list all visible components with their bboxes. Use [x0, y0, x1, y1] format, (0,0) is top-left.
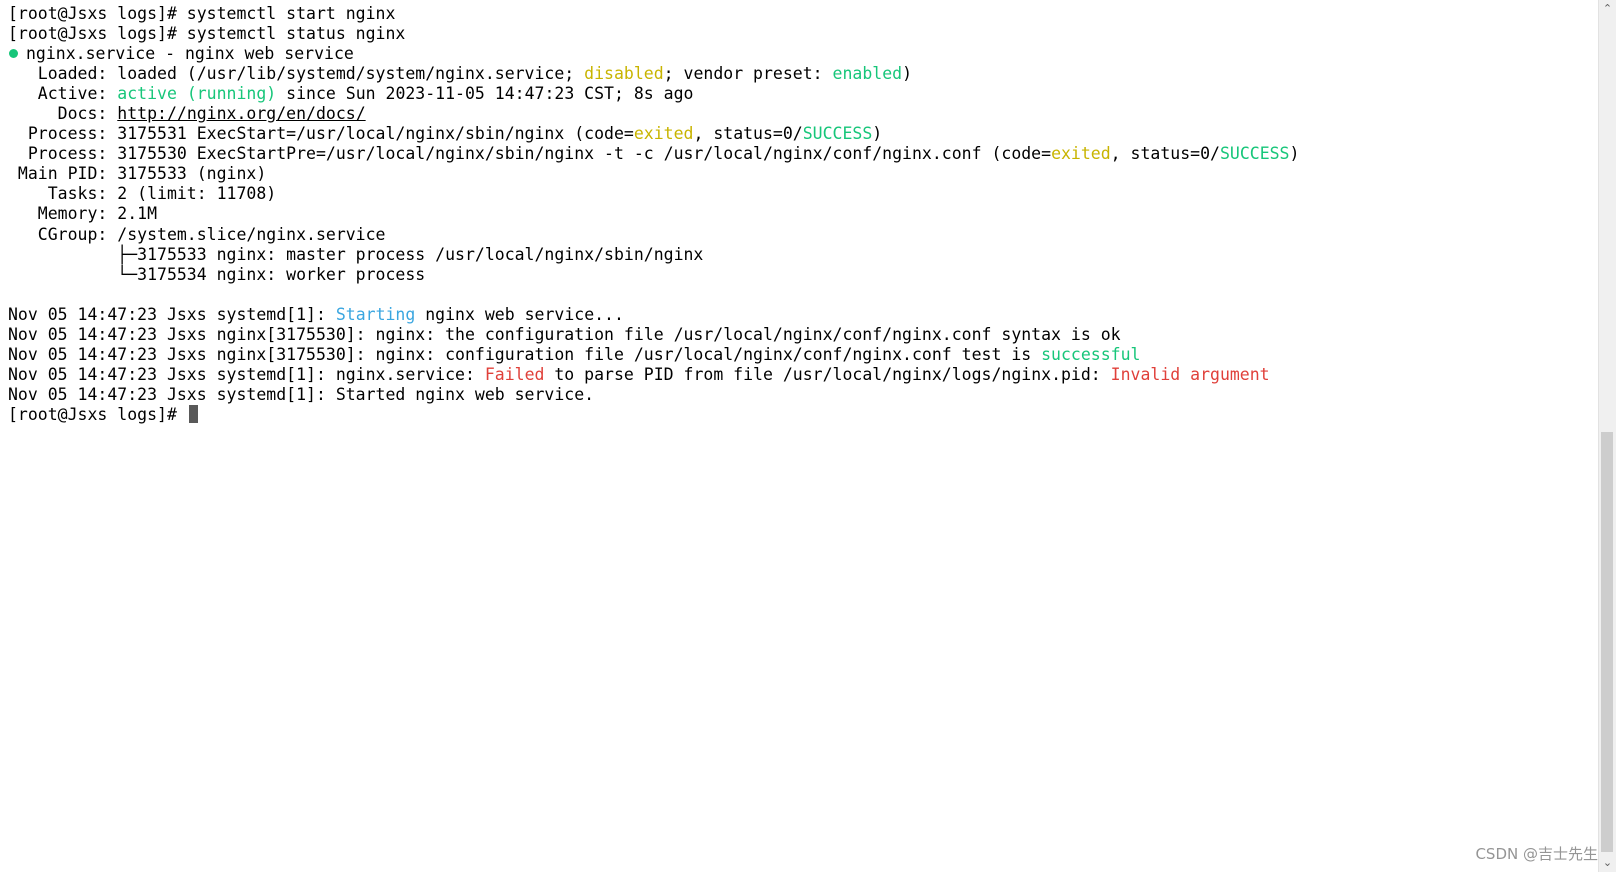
- terminal-text: Invalid argument: [1110, 364, 1270, 384]
- terminal-line: Docs: http://nginx.org/en/docs/: [8, 104, 1598, 124]
- terminal-text: Tasks: 2 (limit: 11708): [8, 184, 277, 204]
- scrollbar-thumb[interactable]: [1601, 432, 1613, 852]
- terminal-line: Nov 05 14:47:23 Jsxs systemd[1]: nginx.s…: [8, 365, 1598, 385]
- status-dot-icon: [9, 49, 18, 59]
- terminal-text: Nov 05 14:47:23 Jsxs nginx[3175530]: ngi…: [8, 344, 1042, 364]
- terminal-text: exited: [1051, 144, 1111, 164]
- terminal-text: nginx.service - nginx web service: [26, 44, 354, 64]
- terminal-text: successful: [1041, 344, 1141, 364]
- terminal-text: SUCCESS: [802, 124, 873, 144]
- terminal-text: ): [1289, 144, 1300, 164]
- watermark: CSDN @吉士先生: [1475, 845, 1598, 863]
- terminal-text: nginx web service...: [415, 304, 624, 324]
- terminal-text: since Sun 2023-11-05 14:47:23 CST; 8s ag…: [276, 84, 694, 104]
- terminal-text: to parse PID from file /usr/local/nginx/…: [544, 364, 1111, 384]
- terminal-text: Loaded: loaded (/usr/lib/systemd/system/…: [8, 64, 585, 84]
- terminal-text: Failed: [484, 364, 545, 384]
- terminal-line: Nov 05 14:47:23 Jsxs nginx[3175530]: ngi…: [8, 325, 1598, 345]
- terminal-text: └─3175534 nginx: worker process: [8, 264, 426, 284]
- terminal-text: Process: 3175530 ExecStartPre=/usr/local…: [8, 144, 1052, 164]
- terminal-text: active (running): [117, 84, 277, 104]
- terminal-text: Active:: [8, 84, 118, 104]
- chevron-up-icon[interactable]: ⌃: [1599, 0, 1616, 18]
- terminal-text: enabled: [832, 64, 903, 84]
- terminal-line: Tasks: 2 (limit: 11708): [8, 184, 1598, 204]
- terminal-line: Loaded: loaded (/usr/lib/systemd/system/…: [8, 64, 1598, 84]
- docs-link[interactable]: http://nginx.org/en/docs/: [117, 104, 365, 123]
- terminal-text: Process: 3175531 ExecStart=/usr/local/ng…: [8, 124, 634, 144]
- terminal-text: ): [902, 64, 913, 84]
- terminal-text: exited: [633, 124, 694, 144]
- terminal-text: Nov 05 14:47:23 Jsxs systemd[1]:: [8, 304, 336, 324]
- terminal-text: Docs:: [8, 104, 118, 124]
- chevron-down-icon[interactable]: ⌄: [1599, 854, 1616, 872]
- terminal-text: ; vendor preset:: [663, 64, 833, 84]
- terminal-text: Nov 05 14:47:23 Jsxs systemd[1]: Started…: [8, 384, 595, 404]
- terminal-line: Main PID: 3175533 (nginx): [8, 164, 1598, 184]
- terminal-text: Nov 05 14:47:23 Jsxs nginx[3175530]: ngi…: [8, 324, 1121, 344]
- terminal-line: Process: 3175530 ExecStartPre=/usr/local…: [8, 144, 1598, 164]
- text-cursor: [188, 404, 198, 423]
- terminal-text: [root@Jsxs logs]#: [8, 404, 187, 424]
- terminal-line: Nov 05 14:47:23 Jsxs nginx[3175530]: ngi…: [8, 345, 1598, 365]
- terminal-line: nginx.service - nginx web service: [8, 44, 1598, 64]
- vertical-scrollbar[interactable]: ⌃ ⌄: [1598, 0, 1616, 872]
- terminal-line: [root@Jsxs logs]#: [8, 404, 1598, 425]
- terminal-line: [root@Jsxs logs]# systemctl start nginx: [8, 4, 1598, 24]
- terminal-text: CGroup: /system.slice/nginx.service: [8, 224, 386, 244]
- terminal-line: Nov 05 14:47:23 Jsxs systemd[1]: Started…: [8, 385, 1598, 405]
- terminal-text: Starting: [335, 304, 416, 324]
- terminal-text: SUCCESS: [1219, 144, 1290, 164]
- terminal-output[interactable]: [root@Jsxs logs]# systemctl start nginx[…: [0, 0, 1598, 872]
- terminal-line: CGroup: /system.slice/nginx.service: [8, 225, 1598, 245]
- terminal-line: [root@Jsxs logs]# systemctl status nginx: [8, 24, 1598, 44]
- terminal-text: Memory: 2.1M: [8, 204, 158, 224]
- terminal-line: ├─3175533 nginx: master process /usr/loc…: [8, 245, 1598, 265]
- terminal-text: ├─3175533 nginx: master process /usr/loc…: [8, 244, 704, 264]
- terminal-line: Memory: 2.1M: [8, 204, 1598, 224]
- terminal-line: └─3175534 nginx: worker process: [8, 265, 1598, 285]
- terminal-text: Main PID: 3175533 (nginx): [8, 164, 267, 184]
- terminal-text: disabled: [584, 64, 664, 84]
- terminal-text: [root@Jsxs logs]# systemctl status nginx: [8, 24, 406, 44]
- terminal-text: [root@Jsxs logs]# systemctl start nginx: [8, 4, 396, 23]
- terminal-text: , status=0/: [693, 124, 803, 144]
- terminal-text: Nov 05 14:47:23 Jsxs systemd[1]: nginx.s…: [8, 364, 485, 384]
- terminal-line: Active: active (running) since Sun 2023-…: [8, 84, 1598, 104]
- terminal-text: , status=0/: [1110, 144, 1220, 164]
- terminal-text: ): [872, 124, 883, 144]
- terminal-line: Nov 05 14:47:23 Jsxs systemd[1]: Startin…: [8, 305, 1598, 325]
- terminal-line: Process: 3175531 ExecStart=/usr/local/ng…: [8, 124, 1598, 144]
